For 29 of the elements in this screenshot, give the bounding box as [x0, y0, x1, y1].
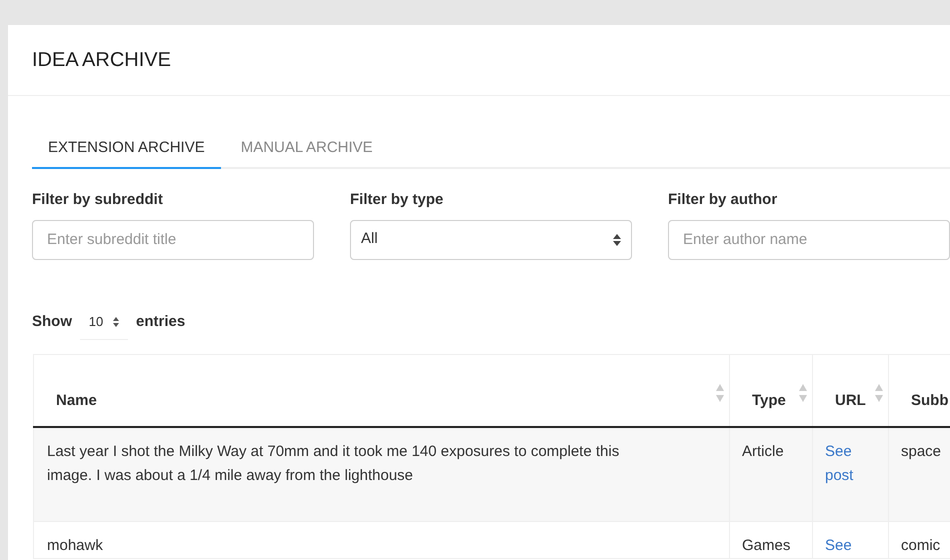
filter-input[interactable]: Enter author name	[668, 220, 950, 260]
table-cell: comic	[901, 536, 940, 554]
column-header[interactable]: Name	[56, 392, 97, 408]
table-cell: Last year I shot the Milky Way at 70mm and it took me 140 exposures to complete this image. I was about a 1/4 mile away from the lighthouse	[47, 443, 620, 484]
entries-label: entries	[136, 312, 186, 332]
column-header[interactable]: Subb	[911, 392, 948, 408]
type-select[interactable]: All	[350, 220, 632, 260]
tab[interactable]: EXTENSION ARCHIVE	[32, 129, 221, 169]
sort-icon[interactable]	[715, 382, 725, 402]
sort-icon[interactable]	[874, 382, 884, 402]
filter-input[interactable]: Enter subreddit title	[32, 220, 314, 260]
filter-label: Filter by subreddit	[32, 190, 164, 210]
show-label: Show	[32, 312, 72, 332]
post-link[interactable]: See	[825, 534, 852, 558]
table-cell: mohawk	[47, 536, 103, 554]
table-cell: Games	[742, 536, 790, 554]
post-link[interactable]: See post	[825, 440, 880, 488]
filter-label: Filter by type	[350, 190, 444, 210]
table-cell: space	[901, 443, 942, 460]
entries-select[interactable]: 10	[80, 306, 128, 340]
sort-icon[interactable]	[798, 382, 808, 402]
column-header[interactable]: Type	[752, 392, 786, 408]
tab[interactable]: MANUAL ARCHIVE	[220, 129, 393, 169]
table-cell: Article	[742, 443, 784, 460]
filter-label: Filter by author	[668, 190, 778, 210]
updown-caret-icon	[113, 317, 120, 327]
column-header[interactable]: URL	[835, 392, 866, 408]
page-title: IDEA ARCHIVE	[32, 48, 171, 73]
updown-caret-icon	[613, 234, 621, 246]
